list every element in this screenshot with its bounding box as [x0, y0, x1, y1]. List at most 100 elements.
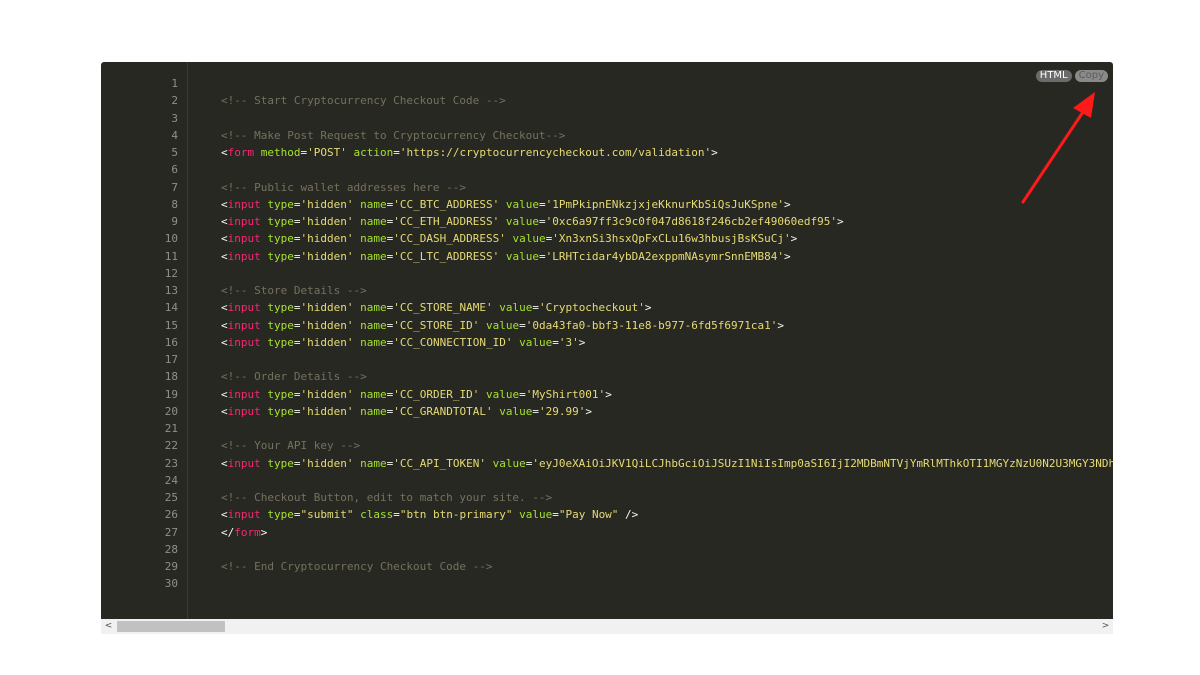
code-token: "Pay Now": [558, 508, 619, 522]
code-token: input: [227, 508, 261, 522]
code-token: <: [221, 456, 228, 470]
code-token: <: [221, 318, 228, 332]
line-number: 11: [164, 249, 178, 263]
code-token: <: [221, 249, 228, 263]
code-token: =: [293, 404, 301, 418]
code-line: <input type='hidden' name='CC_DASH_ADDRE…: [221, 230, 797, 247]
line-number: 12: [164, 266, 178, 280]
code-token: name: [360, 197, 387, 211]
code-token: <: [221, 387, 228, 401]
scroll-right-arrow-icon[interactable]: >: [1098, 619, 1113, 634]
code-token: =: [293, 335, 301, 349]
code-token: value: [505, 249, 539, 263]
code-token: 'hidden': [300, 404, 354, 418]
code-token: =: [293, 249, 301, 263]
code-token: value: [505, 197, 539, 211]
code-token: <: [221, 146, 228, 159]
code-token: type: [267, 508, 294, 522]
line-number: 3: [171, 111, 178, 125]
code-token: <!-- Your API key -->: [221, 439, 361, 453]
code-token: name: [360, 249, 387, 263]
code-token: '0da43fa0-bbf3-11e8-b977-6fd5f6971ca1': [525, 318, 778, 332]
code-token: name: [360, 215, 387, 228]
code-token: '3': [558, 335, 579, 349]
code-line: <input type='hidden' name='CC_ETH_ADDRES…: [221, 213, 844, 230]
code-token: form: [234, 525, 261, 539]
code-line: <input type='hidden' name='CC_API_TOKEN'…: [221, 455, 1113, 472]
code-token: type: [267, 335, 294, 349]
code-token: 'CC_ORDER_ID': [393, 387, 480, 401]
code-token: 'hidden': [300, 197, 354, 211]
code-token: input: [227, 387, 261, 401]
code-token: '0xc6a97ff3c9c0f047d8618f246cb2ef49060ed…: [545, 215, 837, 228]
line-number: 23: [164, 456, 178, 470]
code-token: =: [293, 387, 301, 401]
code-token: input: [227, 318, 261, 332]
code-line: <!-- Store Details -->: [221, 282, 367, 299]
code-token: type: [267, 456, 294, 470]
code-token: input: [227, 249, 261, 263]
code-token: </: [221, 525, 235, 539]
code-token: =: [293, 215, 301, 228]
code-token: name: [360, 335, 387, 349]
code-token: input: [227, 232, 261, 246]
code-token: 'Xn3xnSi3hsxQpFxCLu16w3hbusjBsKSuCj': [552, 232, 791, 246]
code-token: value: [519, 335, 553, 349]
code-token: 'CC_BTC_ADDRESS': [393, 197, 500, 211]
code-token: =: [293, 318, 301, 332]
code-line: <!-- Order Details -->: [221, 368, 367, 385]
scrollbar-thumb[interactable]: [117, 621, 225, 632]
code-token: <: [221, 301, 228, 315]
code-token: <!-- Make Post Request to Cryptocurrency…: [221, 128, 566, 142]
code-token: =: [293, 197, 301, 211]
code-token: 'CC_GRANDTOTAL': [393, 404, 493, 418]
code-token: value: [485, 387, 520, 401]
html-button[interactable]: HTML: [1035, 70, 1072, 82]
line-number: 29: [164, 560, 178, 573]
code-token: =: [519, 387, 526, 401]
code-token: name: [360, 456, 387, 470]
code-token: type: [267, 404, 294, 418]
code-token: 'hidden': [300, 318, 354, 332]
code-token: >: [777, 318, 784, 332]
code-line: <!-- Checkout Button, edit to match your…: [221, 489, 552, 506]
line-number: 28: [164, 542, 178, 556]
line-number: 7: [171, 180, 178, 194]
line-number: 13: [164, 284, 178, 297]
line-number: 14: [164, 301, 178, 315]
code-token: input: [227, 301, 261, 315]
code-token: >: [578, 335, 586, 349]
code-token: value: [492, 456, 526, 470]
scroll-left-arrow-icon[interactable]: <: [101, 619, 116, 634]
line-number: 2: [171, 94, 178, 108]
code-line: <input type='hidden' name='CC_LTC_ADDRES…: [221, 248, 791, 265]
code-token: 'MyShirt001': [525, 387, 606, 401]
horizontal-scrollbar[interactable]: < >: [101, 619, 1113, 634]
code-token: input: [227, 456, 261, 470]
code-token: 'hidden': [300, 335, 354, 349]
code-token: <!-- End Cryptocurrency Checkout Code --…: [221, 560, 493, 573]
code-token: name: [360, 387, 387, 401]
code-token: 'https://cryptocurrencycheckout.com/vali…: [399, 146, 712, 159]
code-token: name: [360, 404, 387, 418]
code-token: type: [267, 301, 294, 315]
code-token: 'hidden': [300, 215, 354, 228]
code-token: type: [267, 215, 294, 228]
code-token: >: [605, 387, 612, 401]
code-token: =: [532, 301, 539, 315]
code-line: <!-- Public wallet addresses here -->: [221, 179, 466, 196]
code-token: >: [260, 525, 268, 539]
copy-button[interactable]: Copy: [1074, 70, 1108, 82]
code-token: 'CC_CONNECTION_ID': [393, 335, 513, 349]
code-token: =: [393, 146, 400, 159]
code-token: type: [267, 197, 294, 211]
line-number-gutter: 1 2 3 4 5 6 7 8 9 10 11 12 13 14 15 16 17 18 19 20 21 22 23 24 2…: [101, 62, 188, 619]
code-content[interactable]: <!-- Start Cryptocurrency Checkout Code …: [221, 62, 1113, 619]
code-token: >: [836, 215, 844, 228]
code-token: class: [360, 508, 394, 522]
code-token: input: [227, 197, 261, 211]
line-number: 20: [164, 404, 178, 418]
line-number: 9: [171, 215, 178, 228]
